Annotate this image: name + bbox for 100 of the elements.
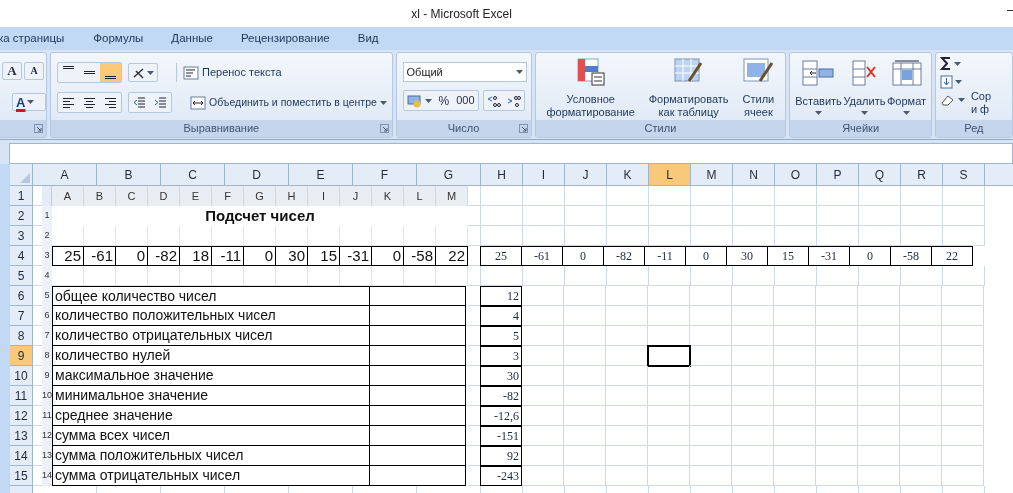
row-header[interactable]: 2 <box>10 206 33 226</box>
column-header[interactable]: O <box>775 164 817 186</box>
row-header[interactable]: 6 <box>10 286 33 306</box>
caret-icon <box>424 98 432 103</box>
column-header[interactable]: F <box>353 164 417 186</box>
row-header[interactable]: 12 <box>10 406 33 426</box>
column-header[interactable]: B <box>97 164 161 186</box>
style-button[interactable]: Условное форматирование <box>546 57 635 119</box>
row-header[interactable]: 10 <box>10 366 33 386</box>
format-cells-icon <box>890 59 923 87</box>
grid-cell <box>900 366 942 386</box>
style-button[interactable]: Форматировать как таблицу <box>648 57 729 119</box>
row-header[interactable]: 9 <box>10 346 33 366</box>
sort-filter-button[interactable]: Сор и ф <box>970 90 992 116</box>
caret-icon <box>27 100 35 105</box>
column-header[interactable]: H <box>481 164 523 186</box>
launcher-icon[interactable] <box>379 124 389 133</box>
grid-cell <box>900 306 942 326</box>
column-header[interactable]: N <box>733 164 775 186</box>
number-format-dropdown[interactable]: Общий <box>402 62 527 82</box>
column-header: H <box>276 186 308 206</box>
grid-cell <box>52 226 84 246</box>
row-header[interactable]: 8 <box>10 326 33 346</box>
merge-center-button[interactable]: Объединить и поместить в центре <box>190 94 387 111</box>
column-header[interactable]: P <box>817 164 859 186</box>
column-header[interactable]: S <box>943 164 985 186</box>
table-cell: 4 <box>480 306 522 326</box>
insert-cells-icon <box>801 59 836 87</box>
column-header[interactable]: E <box>289 164 353 186</box>
grid-cell <box>858 326 900 346</box>
sum-icon[interactable] <box>939 57 952 70</box>
thousands-button[interactable]: 000 <box>453 92 478 109</box>
table-cell: 12 <box>480 286 522 306</box>
column-header[interactable]: G <box>417 164 481 186</box>
column-header[interactable]: K <box>607 164 649 186</box>
decrease-indent-icon[interactable] <box>133 96 146 109</box>
font-color-button[interactable]: A <box>12 93 46 112</box>
column-header[interactable]: D <box>225 164 289 186</box>
percent-button[interactable]: % <box>434 91 454 110</box>
vertical-align-button[interactable] <box>100 63 121 82</box>
decrease-decimal-icon[interactable] <box>505 93 522 108</box>
row-header[interactable]: 13 <box>10 426 33 446</box>
cells-button[interactable]: Формат <box>887 59 927 115</box>
row-header[interactable]: 14 <box>10 446 33 466</box>
row-header[interactable]: 7 <box>10 306 33 326</box>
ribbon-tab[interactable]: Вид <box>357 29 379 48</box>
minimize-icon[interactable] <box>1007 10 1013 12</box>
group-label: Стили <box>644 121 677 137</box>
grid-cell <box>732 346 774 366</box>
grid-cell <box>942 366 984 386</box>
column-header[interactable]: J <box>565 164 607 186</box>
table-cell: -61 <box>521 246 563 266</box>
align-middle-icon <box>84 71 95 74</box>
cells-button[interactable]: Вставить <box>795 59 842 115</box>
grid-cell <box>901 266 943 286</box>
column-header[interactable]: C <box>161 164 225 186</box>
row-header[interactable]: 11 <box>10 386 33 406</box>
wrap-text-button[interactable]: Перенос текста <box>183 64 282 81</box>
grid-cell <box>943 186 985 206</box>
grow-font-button[interactable]: A <box>2 61 22 80</box>
select-all-corner <box>42 186 52 206</box>
table-cell: сумма отрицательных чисел <box>52 466 370 486</box>
row-header[interactable]: 3 <box>10 226 33 246</box>
column-header[interactable]: R <box>901 164 943 186</box>
grid-cell <box>816 386 858 406</box>
grid-cell <box>690 366 732 386</box>
grid-cell <box>900 426 942 446</box>
shrink-font-button[interactable]: A <box>24 61 44 80</box>
grid-cell <box>276 266 308 286</box>
row-header[interactable]: 15 <box>10 466 33 486</box>
row-header: 9 <box>42 366 52 386</box>
column-header: M <box>436 186 468 206</box>
style-button[interactable]: Стили ячеек <box>742 57 775 119</box>
grid-cell <box>942 466 984 486</box>
column-header[interactable]: A <box>33 164 97 186</box>
cells-button[interactable]: Удалить <box>843 59 886 115</box>
ribbon-tab[interactable]: Данные <box>171 29 213 48</box>
grid-cell <box>468 206 481 226</box>
increase-indent-icon[interactable] <box>154 96 167 109</box>
grid-cell <box>732 406 774 426</box>
row-header[interactable]: 4 <box>10 246 33 266</box>
column-header[interactable]: L <box>649 164 691 186</box>
row-header[interactable]: 5 <box>10 266 33 286</box>
column-header[interactable]: I <box>523 164 565 186</box>
grid-cell <box>691 206 733 226</box>
eraser-icon[interactable] <box>939 94 956 106</box>
increase-decimal-icon[interactable] <box>485 93 502 108</box>
orientation-button[interactable] <box>128 63 158 82</box>
launcher-icon[interactable] <box>34 124 43 133</box>
grid-cell <box>774 406 816 426</box>
column-header[interactable]: Q <box>859 164 901 186</box>
table-cell: -243 <box>480 466 522 486</box>
ribbon-tab[interactable]: Рецензирование <box>240 29 330 48</box>
fill-down-icon[interactable] <box>939 75 953 89</box>
column-header[interactable]: M <box>691 164 733 186</box>
row-header[interactable]: 1 <box>10 186 33 206</box>
ribbon-tab[interactable]: Формулы <box>93 29 144 48</box>
launcher-icon[interactable] <box>518 124 528 133</box>
grid-cell <box>943 266 985 286</box>
grid-cell <box>468 186 481 206</box>
